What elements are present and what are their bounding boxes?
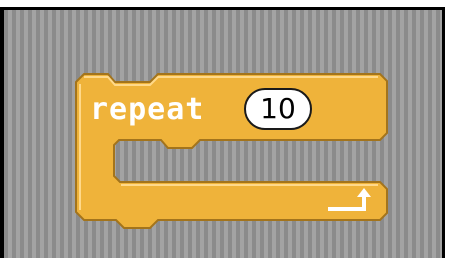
script-area [0,0,449,258]
repeat-count-input[interactable]: 10 [244,88,312,130]
repeat-label: repeat [90,92,205,127]
